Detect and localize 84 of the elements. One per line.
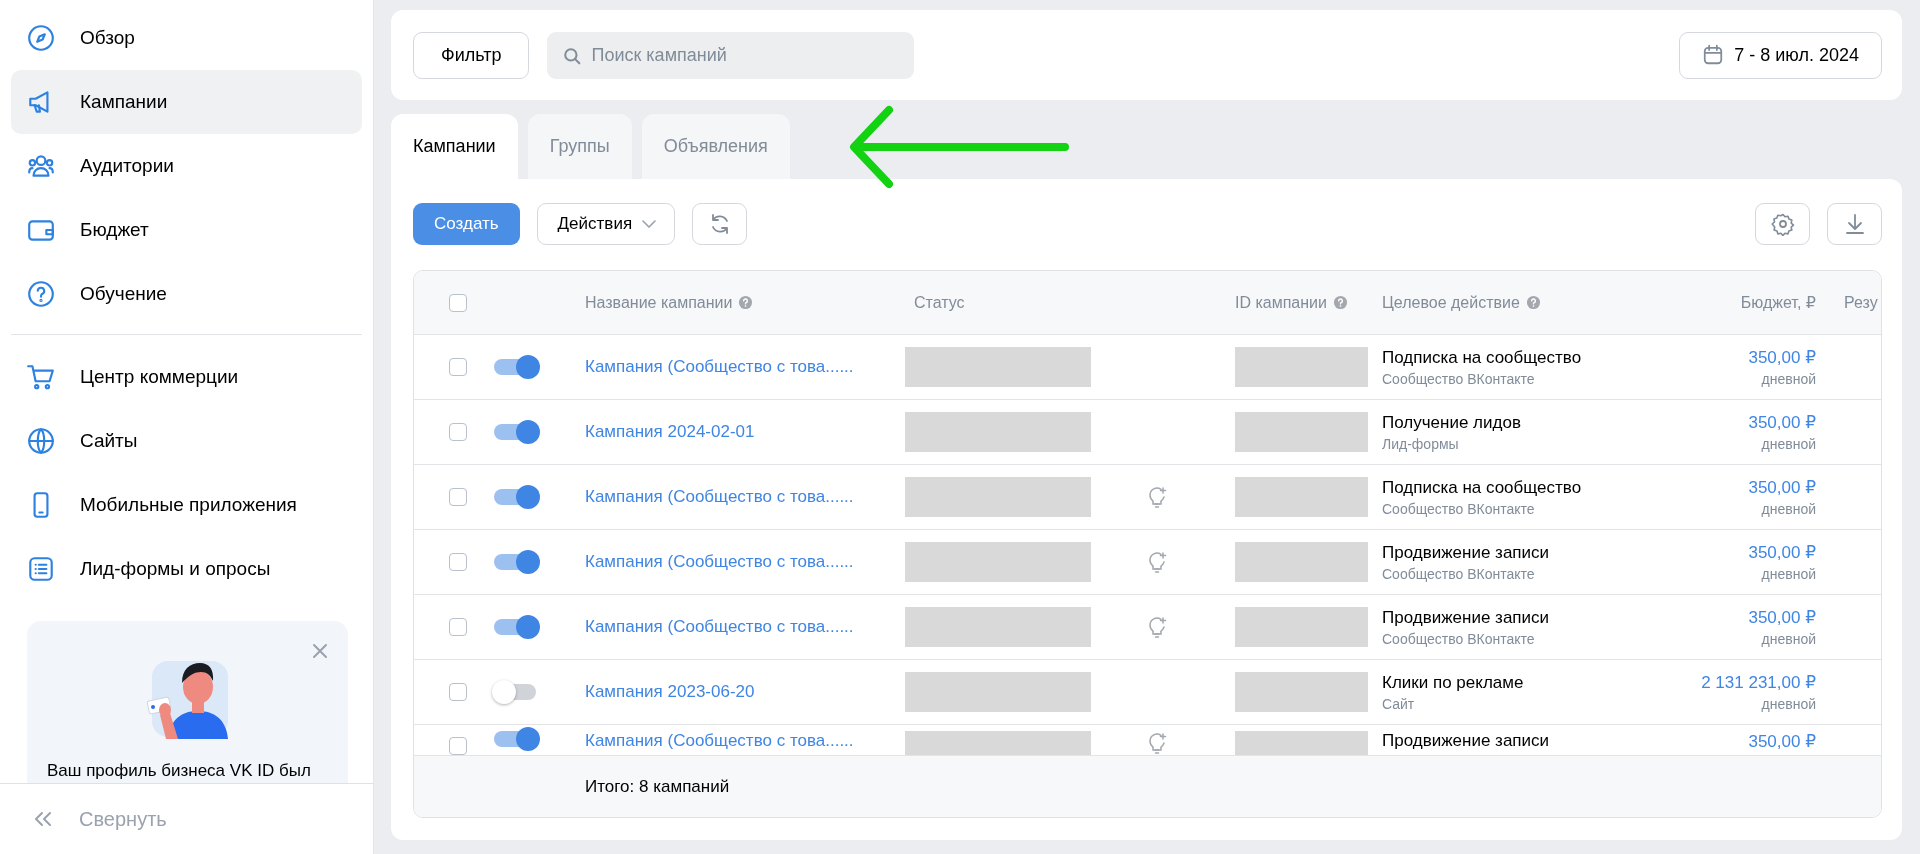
tab[interactable]: Группы xyxy=(527,114,632,179)
budget-link[interactable]: 350,00 ₽ xyxy=(1748,412,1816,433)
settings-button[interactable] xyxy=(1755,203,1810,245)
table-cell: Продвижение записи xyxy=(1382,731,1550,751)
sidebar-item[interactable]: Лид-формы и опросы xyxy=(11,537,362,601)
table-cell: Подписка на сообщество xyxy=(1382,477,1582,498)
refresh-button[interactable] xyxy=(692,203,748,245)
table-cell: дневной xyxy=(1761,696,1816,712)
column-header: Резу xyxy=(1844,293,1878,312)
table-cell: дневной xyxy=(1761,631,1816,647)
sidebar-item[interactable]: Аудитории xyxy=(11,134,362,198)
collapse-button[interactable]: Свернуть xyxy=(0,784,373,854)
row-checkbox[interactable] xyxy=(449,553,467,571)
date-range-button[interactable]: 7 - 8 июл. 2024 xyxy=(1679,31,1882,79)
double-chevron-icon xyxy=(33,811,53,827)
caret-icon xyxy=(642,220,657,228)
table-cell: Сообщество ВКонтакте xyxy=(1382,630,1535,647)
campaign-link[interactable]: Кампания (Сообщество с това...... xyxy=(585,487,854,507)
filter-button[interactable]: Фильтр xyxy=(413,31,530,79)
campaign-link[interactable]: Кампания (Сообщество с това...... xyxy=(585,552,854,572)
list-icon xyxy=(26,554,56,584)
table-cell: Клики по рекламе xyxy=(1382,672,1524,693)
column-header: ID кампании xyxy=(1235,293,1327,312)
column-header: Бюджет, ₽ xyxy=(1740,293,1816,312)
table-cell: Сообщество ВКонтакте xyxy=(1382,565,1535,582)
table-cell: дневной xyxy=(1761,371,1816,387)
table-cell: дневной xyxy=(1761,566,1816,582)
sidebar-item[interactable]: Обзор xyxy=(11,6,362,70)
table-cell: Продвижение записи xyxy=(1382,607,1550,628)
row-checkbox[interactable] xyxy=(449,488,467,506)
promo-text: Ваш профиль бизнеса VK ID был xyxy=(47,761,311,781)
table-cell: Продвижение записи xyxy=(1382,542,1550,563)
budget-link[interactable]: 350,00 ₽ xyxy=(1748,347,1816,368)
row-checkbox[interactable] xyxy=(449,358,467,376)
settings-icon xyxy=(1770,212,1795,236)
table-cell: Получение лидов xyxy=(1382,412,1521,433)
help-icon[interactable] xyxy=(738,295,754,310)
table-cell: Сообщество ВКонтакте xyxy=(1382,370,1535,387)
sidebar-item[interactable]: Центр коммерции xyxy=(11,345,362,409)
sidebar-item[interactable]: Кампании xyxy=(11,70,362,134)
table-cell: Сайт xyxy=(1382,695,1415,712)
help-icon xyxy=(26,279,56,309)
column-header: Статус xyxy=(914,293,965,312)
table-cell: Подписка на сообщество xyxy=(1382,347,1582,368)
sidebar-item[interactable]: Бюджет xyxy=(11,198,362,262)
search-icon xyxy=(563,46,582,65)
row-checkbox[interactable] xyxy=(449,618,467,636)
sidebar-item[interactable]: Обучение xyxy=(11,262,362,326)
budget-link[interactable]: 350,00 ₽ xyxy=(1748,477,1816,498)
close-icon[interactable] xyxy=(312,643,328,659)
column-header: Целевое действие xyxy=(1382,293,1520,312)
campaign-link[interactable]: Кампания 2023-06-20 xyxy=(585,682,755,702)
table-cell: Сообщество ВКонтакте xyxy=(1382,500,1535,517)
globe-icon xyxy=(26,426,56,456)
budget-link[interactable]: 350,00 ₽ xyxy=(1748,607,1816,628)
sidebar-item[interactable]: Сайты xyxy=(11,409,362,473)
column-header: Название кампании xyxy=(585,293,733,312)
help-icon[interactable] xyxy=(1525,295,1541,310)
row-checkbox[interactable] xyxy=(449,683,467,701)
create-button[interactable]: Создать xyxy=(413,203,520,245)
campaign-link[interactable]: Кампания 2024-02-01 xyxy=(585,422,755,442)
tab[interactable]: Кампании xyxy=(391,114,518,179)
download-button[interactable] xyxy=(1827,203,1882,245)
help-icon[interactable] xyxy=(1332,295,1348,310)
search-field[interactable]: Поиск кампаний xyxy=(547,31,915,79)
tab[interactable]: Объявления xyxy=(641,114,790,179)
table-cell: дневной xyxy=(1761,501,1816,517)
table-cell: Лид-формы xyxy=(1382,435,1459,452)
row-checkbox[interactable] xyxy=(449,423,467,441)
sidebar-item[interactable]: Мобильные приложения xyxy=(11,473,362,537)
calendar-icon xyxy=(1702,44,1725,66)
campaign-link[interactable]: Кампания (Сообщество с това...... xyxy=(585,731,854,751)
total-count: Итого: 8 кампаний xyxy=(585,776,730,797)
select-all-checkbox[interactable] xyxy=(449,293,467,312)
table-cell: дневной xyxy=(1761,436,1816,452)
row-checkbox[interactable] xyxy=(449,737,467,755)
budget-link[interactable]: 2 131 231,00 ₽ xyxy=(1701,672,1816,693)
budget-link[interactable]: 350,00 ₽ xyxy=(1748,731,1816,752)
actions-dropdown[interactable]: Действия xyxy=(536,203,676,245)
campaign-link[interactable]: Кампания (Сообщество с това...... xyxy=(585,357,854,377)
compass-icon xyxy=(26,23,56,53)
cart-icon xyxy=(26,362,56,392)
campaign-link[interactable]: Кампания (Сообщество с това...... xyxy=(585,617,854,637)
budget-link[interactable]: 350,00 ₽ xyxy=(1748,542,1816,563)
